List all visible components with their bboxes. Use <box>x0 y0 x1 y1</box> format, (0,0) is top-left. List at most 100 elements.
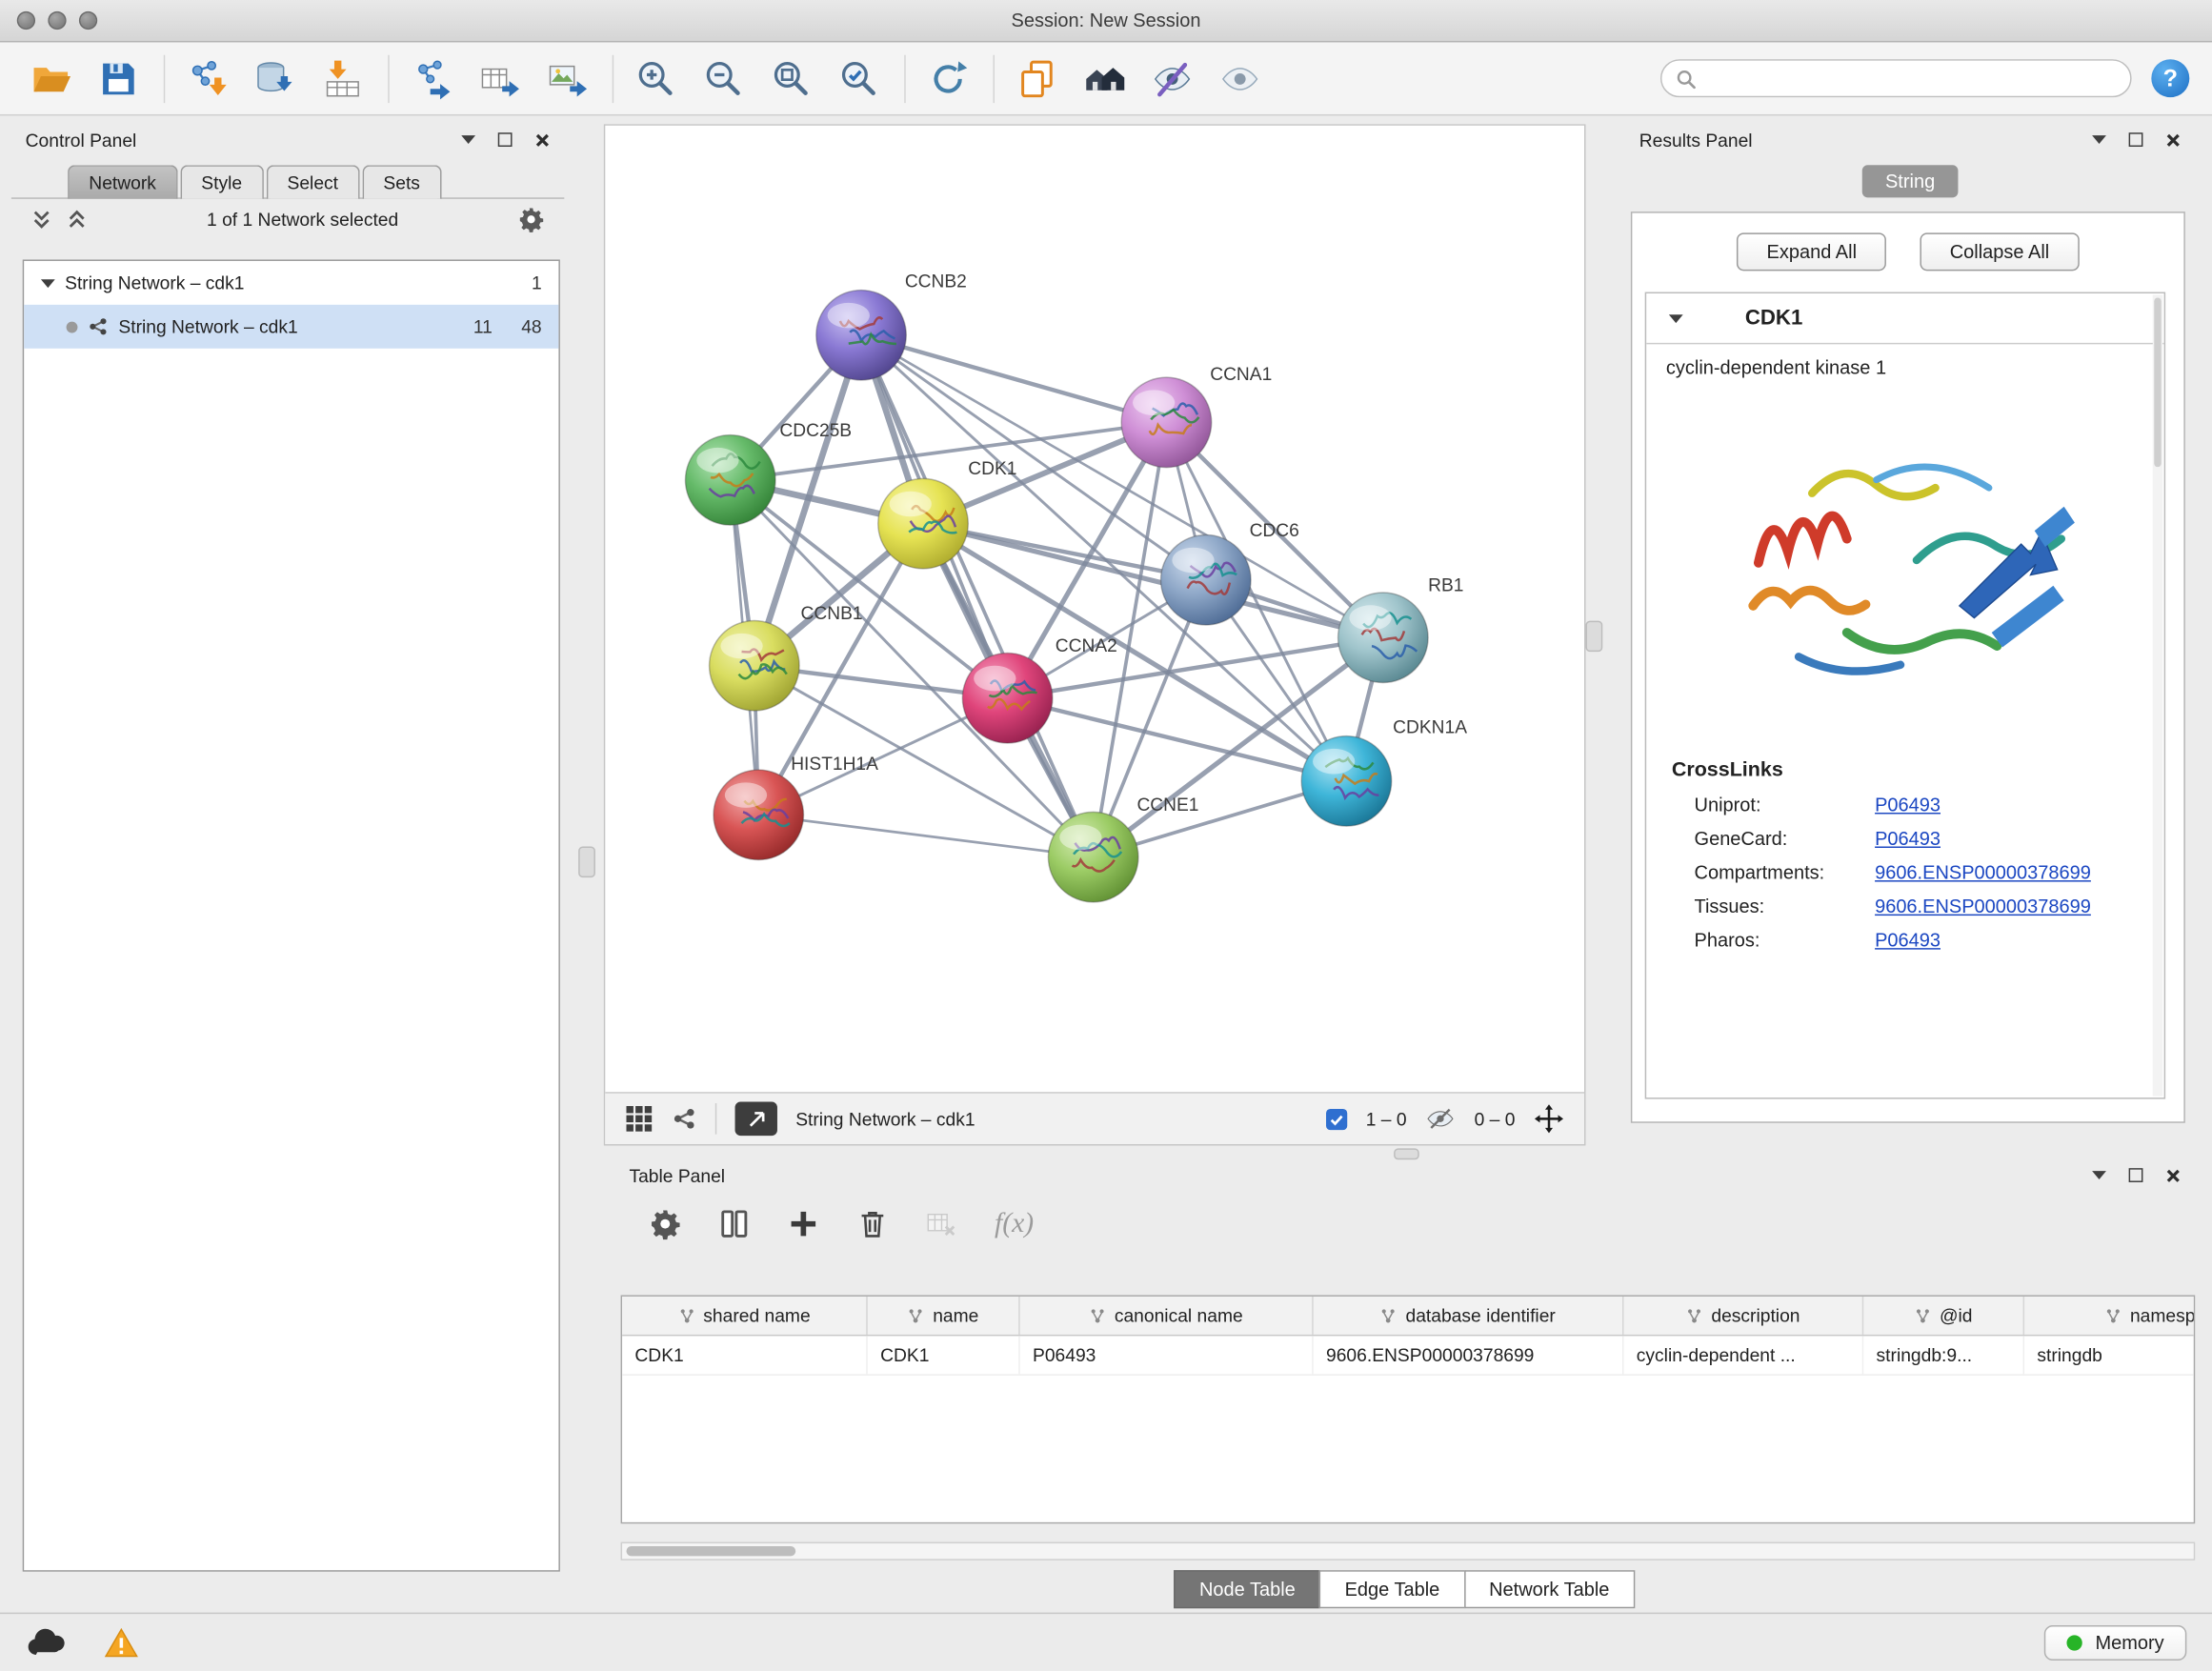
network-node-CDKN1A[interactable] <box>1301 736 1391 826</box>
column-header-namespace[interactable]: namespace <box>2024 1297 2195 1335</box>
help-button[interactable]: ? <box>2151 59 2189 97</box>
maximize-panel-button[interactable] <box>2129 132 2143 147</box>
column-header-canonical-name[interactable]: canonical name <box>1020 1297 1314 1335</box>
results-scrollbar-thumb[interactable] <box>2154 297 2161 467</box>
column-header-description[interactable]: description <box>1623 1297 1863 1335</box>
apply-layout-button[interactable] <box>920 50 976 107</box>
column-header-name[interactable]: name <box>868 1297 1020 1335</box>
bottom-splitter-handle[interactable] <box>1394 1148 1419 1159</box>
table-scrollbar-thumb[interactable] <box>627 1546 796 1556</box>
collapse-all-button[interactable]: Collapse All <box>1920 232 2080 271</box>
table-cell[interactable]: 9606.ENSP00000378699 <box>1314 1336 1624 1374</box>
maximize-window-button[interactable] <box>79 11 97 30</box>
table-horizontal-scrollbar[interactable] <box>621 1542 2196 1560</box>
network-view-icon[interactable] <box>672 1106 697 1132</box>
network-node-CCNB2[interactable] <box>816 291 906 380</box>
close-window-button[interactable] <box>17 11 35 30</box>
table-cell[interactable]: P06493 <box>1020 1336 1314 1374</box>
left-splitter-handle[interactable] <box>578 847 595 878</box>
grid-view-icon[interactable] <box>625 1105 654 1134</box>
save-session-button[interactable] <box>90 50 147 107</box>
network-edge-CCNB2-CCNE1[interactable] <box>861 335 1094 857</box>
tab-style[interactable]: Style <box>180 165 263 199</box>
table-options-gear-button[interactable] <box>649 1208 681 1240</box>
export-table-button[interactable] <box>472 50 528 107</box>
memory-button[interactable]: Memory <box>2044 1624 2186 1660</box>
network-node-RB1[interactable] <box>1338 593 1428 682</box>
close-panel-button[interactable] <box>2165 131 2181 147</box>
show-columns-button[interactable] <box>718 1208 751 1240</box>
network-node-CCNA2[interactable] <box>962 654 1052 743</box>
network-node-CCNA1[interactable] <box>1121 377 1211 467</box>
zoom-in-button[interactable] <box>628 50 684 107</box>
table-cell[interactable]: CDK1 <box>622 1336 868 1374</box>
table-cell[interactable]: CDK1 <box>868 1336 1020 1374</box>
zoom-selected-button[interactable] <box>831 50 887 107</box>
collapse-all-networks-button[interactable] <box>31 209 52 230</box>
network-graph[interactable]: CCNB2CCNA1CDC25BCDK1CDC6RB1CCNB1CCNA2CDK… <box>605 126 1584 1092</box>
export-network-button[interactable] <box>404 50 460 107</box>
network-node-CDC25B[interactable] <box>685 435 774 525</box>
maximize-panel-button[interactable] <box>498 132 513 147</box>
zoom-out-button[interactable] <box>695 50 752 107</box>
network-options-button[interactable] <box>517 206 544 232</box>
network-node-CCNB1[interactable] <box>710 621 799 711</box>
tab-sets[interactable]: Sets <box>362 165 441 199</box>
pan-move-icon[interactable] <box>1534 1103 1565 1135</box>
import-network-from-file-button[interactable] <box>179 50 235 107</box>
expand-all-networks-button[interactable] <box>67 209 88 230</box>
network-node-HIST1H1A[interactable] <box>714 770 803 859</box>
crosslink-link[interactable]: P06493 <box>1875 794 1941 815</box>
right-splitter-handle[interactable] <box>1585 621 1602 653</box>
import-network-from-database-button[interactable] <box>247 50 303 107</box>
warning-button[interactable] <box>105 1627 139 1657</box>
minimize-window-button[interactable] <box>48 11 66 30</box>
collection-disclosure-icon[interactable] <box>41 278 55 287</box>
tab-select[interactable]: Select <box>266 165 359 199</box>
open-session-button[interactable] <box>23 50 79 107</box>
close-panel-button[interactable] <box>534 131 550 147</box>
tab-network-table[interactable]: Network Table <box>1463 1570 1635 1608</box>
documents-button[interactable] <box>1009 50 1065 107</box>
tab-edge-table[interactable]: Edge Table <box>1319 1570 1465 1608</box>
crosslink-link[interactable]: 9606.ENSP00000378699 <box>1875 861 2091 882</box>
results-scrollbar[interactable] <box>2153 295 2162 1097</box>
tab-node-table[interactable]: Node Table <box>1174 1570 1320 1608</box>
float-panel-button[interactable] <box>2092 1171 2106 1179</box>
string-home-button[interactable] <box>1076 50 1133 107</box>
column-header--id[interactable]: @id <box>1863 1297 2024 1335</box>
column-header-database-identifier[interactable]: database identifier <box>1314 1297 1624 1335</box>
show-annotations-button[interactable] <box>1212 50 1268 107</box>
network-node-CCNE1[interactable] <box>1048 812 1137 901</box>
import-table-button[interactable] <box>314 50 371 107</box>
network-collection-row[interactable]: String Network – cdk1 1 <box>24 261 558 305</box>
hidden-eye-icon[interactable] <box>1425 1107 1457 1130</box>
crosslink-link[interactable]: P06493 <box>1875 828 1941 849</box>
network-node-CDC6[interactable] <box>1161 534 1251 624</box>
maximize-panel-button[interactable] <box>2129 1168 2143 1182</box>
table-cell[interactable]: stringdb <box>2024 1336 2195 1374</box>
gene-entry-header[interactable]: CDK1 <box>1646 293 2163 344</box>
crosslink-link[interactable]: 9606.ENSP00000378699 <box>1875 896 2091 916</box>
float-panel-button[interactable] <box>461 135 475 144</box>
network-row-selected[interactable]: String Network – cdk1 11 48 <box>24 305 558 349</box>
table-cell[interactable]: stringdb:9... <box>1863 1336 2024 1374</box>
tab-network[interactable]: Network <box>68 165 177 199</box>
crosslink-link[interactable]: P06493 <box>1875 929 1941 950</box>
export-image-button[interactable] <box>539 50 595 107</box>
network-node-CDK1[interactable] <box>878 478 968 568</box>
birdseye-view-button[interactable] <box>735 1102 777 1137</box>
search-box[interactable] <box>1660 59 2132 97</box>
table-row[interactable]: CDK1CDK1P064939606.ENSP00000378699cyclin… <box>622 1336 2194 1375</box>
function-builder-button[interactable]: f(x) <box>995 1208 1034 1240</box>
network-edge-HIST1H1A-CCNE1[interactable] <box>758 815 1093 856</box>
cloud-status-button[interactable] <box>26 1627 68 1657</box>
zoom-fit-button[interactable] <box>763 50 819 107</box>
hide-annotations-button[interactable] <box>1144 50 1200 107</box>
network-canvas[interactable]: CCNB2CCNA1CDC25BCDK1CDC6RB1CCNB1CCNA2CDK… <box>605 126 1584 1092</box>
entry-disclosure-icon[interactable] <box>1669 313 1683 322</box>
selected-checkbox[interactable] <box>1326 1108 1347 1129</box>
column-header-shared-name[interactable]: shared name <box>622 1297 868 1335</box>
delete-column-button[interactable] <box>856 1208 889 1240</box>
table-cell[interactable]: cyclin-dependent ... <box>1623 1336 1863 1374</box>
